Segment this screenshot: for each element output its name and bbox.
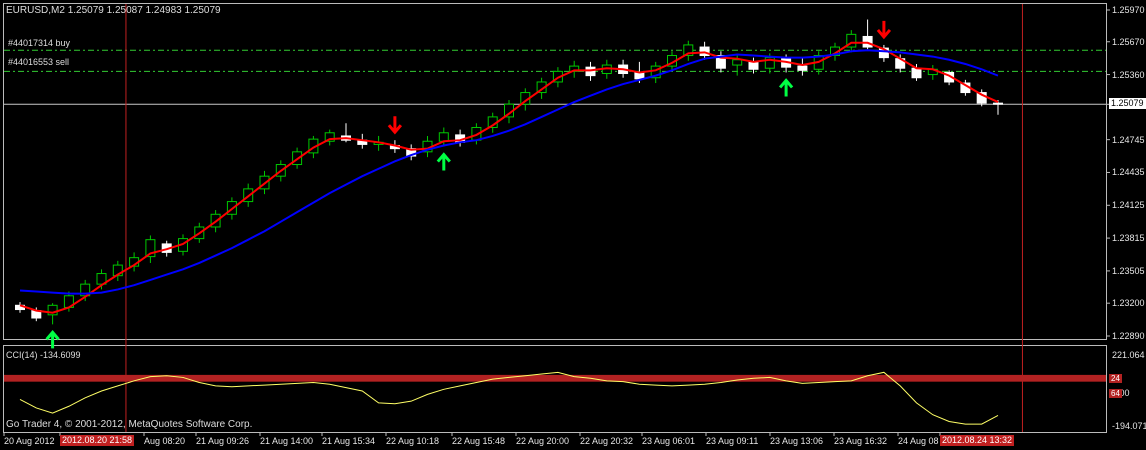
candle-body — [732, 59, 743, 66]
price-tick-label: 1.25360 — [1112, 69, 1145, 80]
sell-arrow-icon[interactable] — [876, 20, 892, 40]
cci-band-label: 24 — [1109, 373, 1122, 383]
buy-arrow-icon[interactable] — [436, 152, 451, 171]
slow-ma-line — [19, 49, 999, 295]
price-chart-svg[interactable] — [0, 0, 1146, 450]
candle-body — [438, 132, 449, 142]
time-tick-label: 22 Aug 10:18 — [386, 436, 440, 446]
price-tick-label: 1.23505 — [1112, 265, 1145, 276]
time-tick-label: 21 Aug 09:26 — [196, 436, 250, 446]
candle-body — [797, 65, 808, 71]
candle-body — [911, 67, 922, 79]
time-highlight-label: 2012.08.24 13:32 — [940, 435, 1015, 446]
buy-arrow-shape — [778, 78, 794, 97]
time-tick-label: 24 Aug 08 — [898, 436, 939, 446]
price-tick-label: 1.25970 — [1112, 5, 1145, 15]
price-tick-label: 1.22890 — [1112, 331, 1145, 341]
time-tick-label: 22 Aug 20:00 — [516, 436, 570, 446]
fast-ma-line — [19, 41, 999, 314]
cci-band-label: 64 — [1109, 388, 1122, 398]
time-tick-label: 23 Aug 16:32 — [834, 436, 888, 446]
time-tick-label: Aug 08:20 — [144, 436, 186, 446]
main-pane-frame — [3, 3, 1107, 340]
price-tick-label: 1.24125 — [1112, 200, 1145, 211]
time-tick-label: 21 Aug 14:00 — [260, 436, 314, 446]
symbol-label: EURUSD,M2 — [6, 5, 65, 16]
price-tick-label: 1.24435 — [1112, 167, 1145, 178]
current-price-label: 1.25079 — [1109, 98, 1146, 110]
time-tick-label: 22 Aug 15:48 — [452, 436, 506, 446]
candle-body — [585, 66, 596, 77]
cci-tick-label: 221.064 — [1112, 350, 1145, 361]
time-tick-label: 21 Aug 15:34 — [322, 436, 376, 446]
price-tick-label: 1.23815 — [1112, 233, 1145, 244]
price-tick-label: 1.25670 — [1112, 36, 1145, 47]
cci-title: CCI(14) -134.6099 — [6, 350, 81, 360]
time-tick-label: 23 Aug 09:11 — [706, 436, 759, 446]
price-tick-label: 1.24745 — [1112, 134, 1145, 145]
time-highlight-label: 2012.08.20 21:58 — [60, 435, 135, 446]
candle-body — [748, 61, 759, 70]
buy-arrow-icon[interactable] — [778, 78, 794, 97]
order-label-buy[interactable]: #44017314 buy — [8, 38, 70, 49]
time-tick-label: 23 Aug 13:06 — [770, 436, 824, 446]
buy-arrow-shape — [436, 152, 451, 171]
candle-body — [993, 102, 1003, 105]
ohlc-label: 1.25079 1.25087 1.24983 1.25079 — [67, 5, 221, 16]
sell-arrow-icon[interactable] — [387, 116, 403, 135]
candle-body — [862, 35, 873, 48]
order-label-sell[interactable]: #44016553 sell — [8, 57, 69, 68]
sell-arrow-shape — [387, 116, 403, 135]
time-tick-label: 20 Aug 2012 — [4, 436, 55, 446]
copyright-text: Go Trader 4, © 2001-2012, MetaQuotes Sof… — [6, 419, 253, 430]
cci-tick-label: -194.071 — [1112, 420, 1146, 431]
time-tick-label: 23 Aug 06:01 — [642, 436, 696, 446]
chart-window[interactable]: EURUSD,M2 1.25079 1.25087 1.24983 1.2507… — [0, 0, 1146, 450]
sell-arrow-shape — [876, 20, 892, 40]
price-tick-label: 1.23200 — [1112, 298, 1145, 309]
time-tick-label: 22 Aug 20:32 — [580, 436, 634, 446]
chart-header: EURUSD,M2 1.25079 1.25087 1.24983 1.2507… — [6, 5, 221, 16]
